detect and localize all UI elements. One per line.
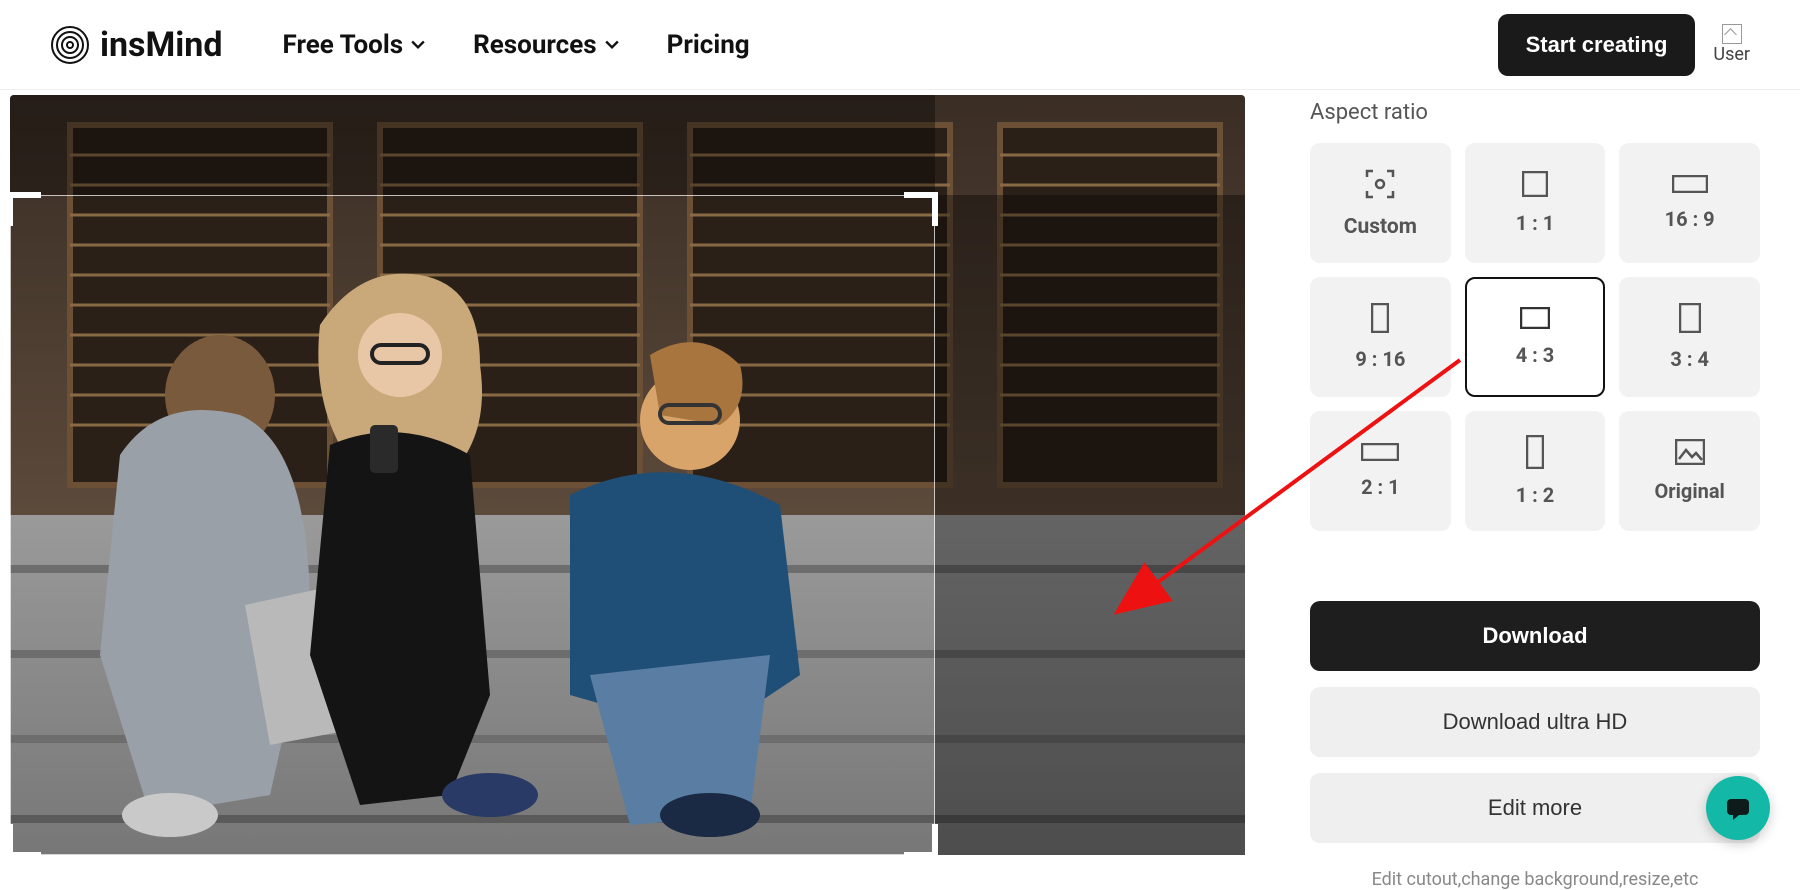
ratio-label: 16 : 9 (1665, 207, 1715, 231)
tall-rect-icon (1526, 435, 1544, 469)
actions: Download Download ultra HD Edit more Edi… (1310, 601, 1760, 890)
download-hd-button[interactable]: Download ultra HD (1310, 687, 1760, 757)
nav-pricing-label: Pricing (667, 30, 750, 60)
crop-handle-bl[interactable] (10, 824, 41, 855)
crop-box[interactable] (10, 195, 935, 855)
ratio-label: 1 : 2 (1516, 483, 1555, 507)
landscape-rect-icon (1520, 307, 1550, 329)
main: Aspect ratio Custom 1 : 1 (0, 90, 1800, 870)
portrait-rect-icon (1679, 303, 1701, 333)
nav-free-tools[interactable]: Free Tools (283, 30, 426, 60)
image-icon (1675, 439, 1705, 465)
ratio-label: 2 : 1 (1361, 475, 1400, 499)
edit-more-button[interactable]: Edit more (1310, 773, 1760, 843)
ratio-3-4[interactable]: 3 : 4 (1619, 277, 1760, 397)
edit-more-hint: Edit cutout,change background,resize,etc (1310, 869, 1760, 890)
chat-widget-button[interactable] (1706, 776, 1770, 840)
nav-pricing[interactable]: Pricing (667, 30, 750, 60)
crop-handle-br[interactable] (904, 824, 938, 855)
ratio-9-16[interactable]: 9 : 16 (1310, 277, 1451, 397)
chat-icon (1723, 793, 1753, 823)
logo-text: insMind (100, 25, 223, 65)
ratio-label: Original (1654, 479, 1724, 503)
crop-dim-top (10, 95, 935, 195)
aspect-ratio-grid: Custom 1 : 1 16 : 9 9 : 16 (1310, 143, 1760, 531)
aspect-ratio-label: Aspect ratio (1310, 100, 1760, 125)
canvas-frame[interactable] (10, 95, 1245, 855)
ratio-label: 9 : 16 (1355, 347, 1405, 371)
tall-rect-icon (1371, 303, 1389, 333)
nav-resources-label: Resources (473, 30, 597, 60)
user-label: User (1713, 44, 1750, 65)
crop-handle-tr[interactable] (904, 192, 938, 226)
ratio-label: Custom (1344, 215, 1417, 239)
wide-rect-icon (1672, 175, 1708, 193)
crop-handle-tl[interactable] (10, 192, 41, 226)
user-avatar[interactable]: User (1713, 24, 1750, 65)
ratio-16-9[interactable]: 16 : 9 (1619, 143, 1760, 263)
logo-icon (50, 25, 90, 65)
canvas-column (0, 90, 1280, 870)
ratio-1-2[interactable]: 1 : 2 (1465, 411, 1606, 531)
ratio-1-1[interactable]: 1 : 1 (1465, 143, 1606, 263)
download-button[interactable]: Download (1310, 601, 1760, 671)
nav-resources[interactable]: Resources (473, 30, 619, 60)
sidebar: Aspect ratio Custom 1 : 1 (1280, 90, 1800, 870)
ratio-label: 3 : 4 (1670, 347, 1709, 371)
chevron-down-icon (411, 38, 425, 52)
start-creating-button[interactable]: Start creating (1498, 14, 1696, 76)
nav-free-tools-label: Free Tools (283, 30, 404, 60)
ratio-4-3[interactable]: 4 : 3 (1465, 277, 1606, 397)
broken-image-icon (1722, 24, 1742, 44)
crop-dim-right (935, 195, 1245, 855)
ratio-custom[interactable]: Custom (1310, 143, 1451, 263)
square-icon (1522, 171, 1548, 197)
ratio-label: 1 : 1 (1516, 211, 1555, 235)
header: insMind Free Tools Resources Pricing Sta… (0, 0, 1800, 90)
logo[interactable]: insMind (50, 25, 223, 65)
ratio-label: 4 : 3 (1516, 343, 1555, 367)
ratio-2-1[interactable]: 2 : 1 (1310, 411, 1451, 531)
nav: Free Tools Resources Pricing (283, 30, 750, 60)
chevron-down-icon (605, 38, 619, 52)
ratio-original[interactable]: Original (1619, 411, 1760, 531)
wide-rect-icon (1361, 443, 1399, 461)
crop-target-icon (1363, 167, 1397, 201)
